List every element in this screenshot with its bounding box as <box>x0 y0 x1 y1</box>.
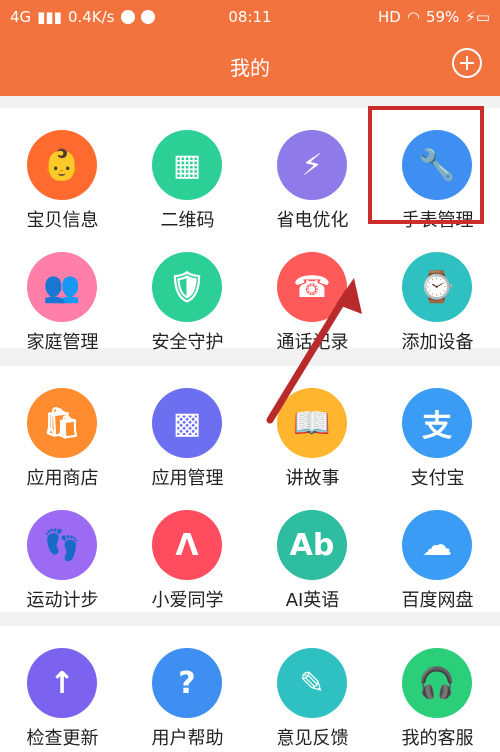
menu-item-label: 二维码 <box>160 210 215 231</box>
menu-item-label: 支付宝 <box>410 468 465 489</box>
qr-code-icon: ▦ <box>152 130 222 200</box>
menu-item[interactable]: 🎧 我的客服 <box>375 626 500 749</box>
alipay-icon: 支 <box>402 388 472 458</box>
menu-item-label: 百度网盘 <box>401 590 474 611</box>
menu-item-label: 添加设备 <box>401 332 474 353</box>
menu-item[interactable]: ▦ 二维码 <box>125 108 250 231</box>
store-icon: 🛍 <box>27 388 97 458</box>
title-bar: 我的 <box>0 34 500 96</box>
menu-item[interactable]: 🛍 应用商店 <box>0 366 125 489</box>
menu-item-label: 安全守护 <box>151 332 224 353</box>
highlight-box <box>368 106 484 224</box>
menu-item-label: 运动计步 <box>26 590 99 611</box>
menu-item[interactable]: 🛡 安全守护 <box>125 230 250 353</box>
menu-item[interactable]: ⚡ 省电优化 <box>250 108 375 231</box>
wifi-icon: ◠ <box>406 8 420 26</box>
menu-item[interactable]: ☁ 百度网盘 <box>375 488 500 611</box>
menu-item-label: 应用商店 <box>26 468 99 489</box>
menu-item-label: 我的客服 <box>401 728 474 749</box>
menu-item[interactable]: Λ 小爱同学 <box>125 488 250 611</box>
add-icon[interactable] <box>452 48 482 78</box>
headset-icon: 🎧 <box>402 648 472 718</box>
battery-icon: ⚡ <box>277 130 347 200</box>
xiaoai-icon: Λ <box>152 510 222 580</box>
update-arrow-icon: ↑ <box>27 648 97 718</box>
status-right: HD ◠ 59% ⚡▭ <box>378 8 490 26</box>
menu-item[interactable]: ✎ 意见反馈 <box>250 626 375 749</box>
baby-info-icon: 👶 <box>27 130 97 200</box>
cloud-icon: ☁ <box>402 510 472 580</box>
menu-item[interactable]: Ab AI英语 <box>250 488 375 611</box>
menu-item[interactable]: ⌚ 添加设备 <box>375 230 500 353</box>
watch-icon: ⌚ <box>402 252 472 322</box>
footprint-icon: 👣 <box>27 510 97 580</box>
menu-item[interactable]: ? 用户帮助 <box>125 626 250 749</box>
hd-label: HD <box>378 8 401 26</box>
menu-item-label: 意见反馈 <box>276 728 349 749</box>
menu-item-label: AI英语 <box>285 590 340 611</box>
apps-icon: ▩ <box>152 388 222 458</box>
menu-item[interactable]: 👣 运动计步 <box>0 488 125 611</box>
battery-charging-icon: ⚡▭ <box>465 8 490 26</box>
family-icon: 👥 <box>27 252 97 322</box>
menu-item-label: 检查更新 <box>26 728 99 749</box>
menu-item[interactable]: 👥 家庭管理 <box>0 230 125 353</box>
status-bar: 4G ▮▮▮ 0.4K/s 08:11 HD ◠ 59% ⚡▭ <box>0 0 500 34</box>
battery-label: 59% <box>425 8 460 26</box>
menu-item-label: 小爱同学 <box>151 590 224 611</box>
menu-item-label: 用户帮助 <box>151 728 224 749</box>
menu-item-label: 宝贝信息 <box>26 210 99 231</box>
help-icon: ? <box>152 648 222 718</box>
menu-item[interactable]: 支支付宝 <box>375 366 500 489</box>
menu-item-label: 家庭管理 <box>26 332 99 353</box>
menu-item[interactable]: ↑ 检查更新 <box>0 626 125 749</box>
english-book-icon: Ab <box>277 510 347 580</box>
menu-item[interactable]: ▩ 应用管理 <box>125 366 250 489</box>
menu-item-label: 应用管理 <box>151 468 224 489</box>
feedback-icon: ✎ <box>277 648 347 718</box>
menu-item-label: 省电优化 <box>276 210 349 231</box>
menu-item[interactable]: 👶 宝贝信息 <box>0 108 125 231</box>
menu-group-3: ↑ 检查更新? 用户帮助 ✎ 意见反馈 🎧 我的客服 <box>0 626 500 752</box>
page-title: 我的 <box>230 56 270 80</box>
shield-icon: 🛡 <box>152 252 222 322</box>
annotation-arrow <box>266 278 362 424</box>
menu-item-label: 讲故事 <box>285 468 340 489</box>
